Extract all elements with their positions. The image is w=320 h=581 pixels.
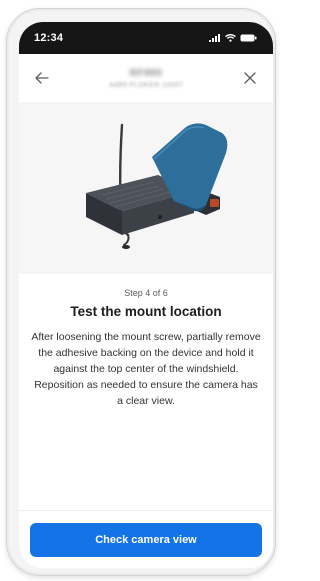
hero-illustration-area [19, 102, 273, 274]
status-bar: 12:34 [19, 22, 273, 54]
dashcam-mount-illustration [86, 123, 228, 249]
close-icon [244, 72, 256, 84]
phone-screen: 12:34 RF880 A4B5-FLOKER-10007 Step 4 of … [19, 22, 273, 568]
footer-bar: Check camera view [19, 510, 273, 568]
wifi-icon [225, 34, 236, 42]
status-icons [209, 34, 257, 42]
device-title-block: RF880 A4B5-FLOKER-10007 [53, 68, 239, 89]
check-camera-view-button[interactable]: Check camera view [30, 522, 262, 557]
arrow-left-icon [35, 72, 49, 84]
step-title: Test the mount location [70, 304, 222, 319]
step-instructions: After loosening the mount screw, partial… [31, 331, 261, 407]
status-time: 12:34 [34, 32, 64, 44]
top-nav-bar: RF880 A4B5-FLOKER-10007 [19, 54, 273, 102]
battery-icon [240, 34, 257, 42]
back-button[interactable] [31, 67, 53, 89]
step-indicator: Step 4 of 6 [124, 288, 168, 298]
close-button[interactable] [239, 67, 261, 89]
step-content: Step 4 of 6 Test the mount location Afte… [19, 274, 273, 409]
device-serial-subtitle: A4B5-FLOKER-10007 [108, 81, 184, 89]
cellular-signal-icon [209, 34, 220, 42]
device-model-title: RF880 [129, 67, 163, 79]
